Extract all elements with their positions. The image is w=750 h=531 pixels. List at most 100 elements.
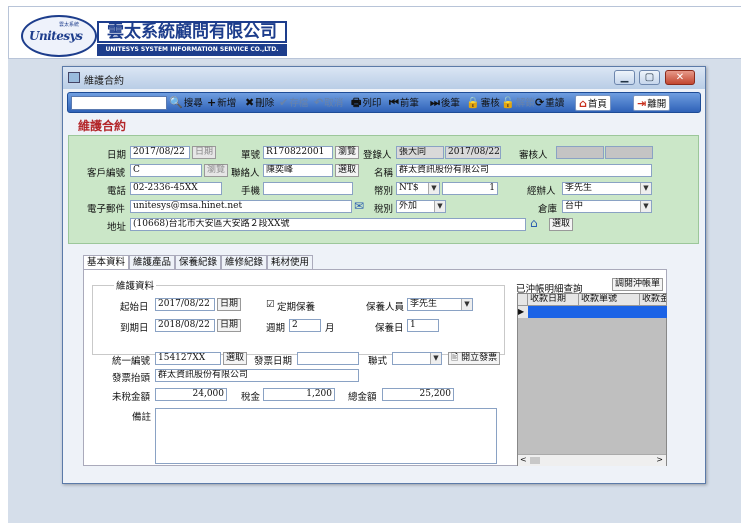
copies-label: 聯式 [368, 356, 388, 367]
company-brand: 雲太系統顧問有限公司 UNITESYS SYSTEM INFORMATION S… [97, 21, 287, 61]
tab-2[interactable]: 保養紀錄 [175, 255, 222, 269]
toolbar-button-label: 取消 [324, 98, 344, 109]
horizontal-scrollbar[interactable]: < > [518, 454, 666, 466]
maximize-button[interactable]: ▢ [639, 70, 660, 85]
row-pointer-icon: ▶ [518, 306, 528, 318]
grid-column-header[interactable]: 收款日期 [528, 294, 579, 306]
end-date-field[interactable]: 2018/08/22 [155, 319, 215, 332]
warehouse-select[interactable]: 台中 ▼ [562, 200, 652, 213]
maint-day-field[interactable]: 1 [407, 319, 439, 332]
toolbar-button-4[interactable]: ↶取消 [314, 95, 343, 111]
customer-browse-button[interactable]: 瀏覽 [204, 164, 229, 177]
tax-id-select-button[interactable]: 選取 [223, 352, 248, 365]
toolbar-button-11[interactable]: ⌂首頁 [575, 95, 611, 111]
toolbar-button-9[interactable]: 🔓解鎖 [501, 95, 535, 111]
toolbar-button-0[interactable]: 🔍搜尋 [169, 95, 203, 111]
selected-row[interactable] [528, 306, 667, 318]
toolbar-button-label: 前筆 [399, 98, 419, 109]
toolbar-button-2[interactable]: ✖刪除 [245, 95, 274, 111]
logo-small-text: 雲太系統 [59, 22, 80, 28]
start-date-button[interactable]: 日期 [217, 298, 242, 311]
invoice-title-label: 發票抬頭 [112, 373, 151, 384]
writeoff-grid[interactable]: 收款日期 收款單號 收款金 ▶ < > [517, 293, 667, 466]
note-label: 備註 [132, 412, 152, 423]
total-field[interactable]: 25,200 [382, 388, 454, 401]
page-heading: 維護合約 [78, 119, 127, 133]
currency-select[interactable]: NT$ ▼ [396, 182, 440, 195]
untaxed-field[interactable]: 24,000 [155, 388, 227, 401]
toolbar-button-label: 新增 [217, 98, 237, 109]
toolbar-button-3[interactable]: ✔存檔 [279, 95, 308, 111]
scroll-thumb[interactable] [530, 457, 540, 464]
mobile-field[interactable] [263, 182, 353, 195]
maint-person-select[interactable]: 李先生 ▼ [407, 298, 473, 311]
start-date-label: 起始日 [120, 302, 149, 313]
phone-field[interactable]: 02-2336-45XX [130, 182, 222, 195]
contact-field[interactable]: 陳奕峰 [263, 164, 333, 177]
doc-no-field[interactable]: R170822001 [263, 146, 333, 159]
toolbar-button-7[interactable]: ⏭後筆 [430, 95, 460, 111]
warehouse-value: 台中 [565, 201, 584, 211]
tax-type-label: 稅別 [374, 204, 394, 215]
tab-0[interactable]: 基本資料 [83, 255, 130, 270]
end-date-button[interactable]: 日期 [217, 319, 242, 332]
address-select-button[interactable]: 選取 [549, 218, 574, 231]
close-button[interactable]: ✕ [665, 70, 695, 85]
periodic-checkbox[interactable]: ☑ [266, 299, 275, 310]
name-field[interactable]: 群太資訊股份有限公司 [396, 164, 652, 177]
mail-icon[interactable]: ✉ [354, 199, 364, 213]
tax-type-value: 外加 [399, 201, 418, 211]
address-label: 地址 [107, 222, 127, 233]
maintenance-group-title: 維護資料 [114, 278, 157, 292]
date-field[interactable]: 2017/08/22 [130, 146, 190, 159]
toolbar-button-5[interactable]: 🖶列印 [351, 95, 381, 111]
customer-no-field[interactable]: C [130, 164, 202, 177]
email-label: 電子郵件 [87, 204, 126, 215]
grid-column-header[interactable]: 收款單號 [579, 294, 640, 306]
chevron-down-icon: ▼ [428, 183, 439, 194]
address-field[interactable]: (10668)台北市大安區大安路２段XX號 [130, 218, 526, 231]
currency-value: NT$ [399, 183, 419, 193]
registrar-field: 張大同 [396, 146, 444, 159]
note-textarea[interactable] [155, 408, 497, 464]
toolbar-button-label: 存檔 [289, 98, 309, 109]
currency-label: 幣別 [374, 186, 394, 197]
issue-invoice-button[interactable]: 🖹 開立發票 [448, 352, 501, 365]
doc-browse-button[interactable]: 瀏覽 [335, 146, 360, 159]
scroll-left-icon[interactable]: < [520, 455, 527, 464]
tab-1[interactable]: 維護產品 [129, 255, 176, 269]
untaxed-label: 未稅金額 [112, 392, 151, 403]
exit-icon: ⇥ [637, 97, 647, 110]
home-address-icon[interactable]: ⌂ [530, 216, 538, 230]
handler-select[interactable]: 李先生 ▼ [562, 182, 652, 195]
email-field[interactable]: unitesys@msa.hinet.net [130, 200, 352, 213]
start-date-field[interactable]: 2017/08/22 [155, 298, 215, 311]
tab-3[interactable]: 維修紀錄 [221, 255, 268, 269]
tab-4[interactable]: 耗材使用 [267, 255, 314, 269]
date-button[interactable]: 日期 [192, 146, 217, 159]
invoice-title-field[interactable]: 群太資訊股份有限公司 [155, 369, 359, 382]
currency-rate-field[interactable]: 1 [442, 182, 498, 195]
tax-id-field[interactable]: 154127XX [155, 352, 221, 365]
contact-select-button[interactable]: 選取 [335, 164, 360, 177]
scroll-right-icon[interactable]: > [656, 455, 663, 464]
reviewer-label: 審核人 [519, 150, 548, 161]
toolbar-button-12[interactable]: ⇥離開 [633, 95, 671, 111]
invoice-date-field[interactable] [297, 352, 359, 365]
toolbar-button-1[interactable]: +新增 [207, 95, 236, 111]
periodic-label: 定期保養 [277, 302, 316, 313]
toolbar-button-6[interactable]: ⏮前筆 [389, 95, 419, 111]
toolbar-button-label: 解鎖 [515, 98, 535, 109]
toolbar-search-input[interactable] [71, 96, 167, 110]
grid-column-header[interactable]: 收款金 [640, 294, 667, 306]
logo-script-text: Unitesys [29, 29, 83, 43]
view-writeoff-button[interactable]: 調閱沖帳單 [612, 278, 664, 291]
tax-amount-field[interactable]: 1,200 [263, 388, 335, 401]
header-panel: 日期 2017/08/22 日期 單號 R170822001 瀏覽 登錄人 張大… [68, 135, 699, 244]
toolbar-button-10[interactable]: ⟳重讀 [535, 95, 564, 111]
tax-type-select[interactable]: 外加 ▼ [396, 200, 446, 213]
copies-select[interactable]: ▼ [392, 352, 442, 365]
minimize-button[interactable]: ▁ [614, 70, 635, 85]
cycle-field[interactable]: 2 [289, 319, 321, 332]
toolbar-button-8[interactable]: 🔒審核 [466, 95, 500, 111]
